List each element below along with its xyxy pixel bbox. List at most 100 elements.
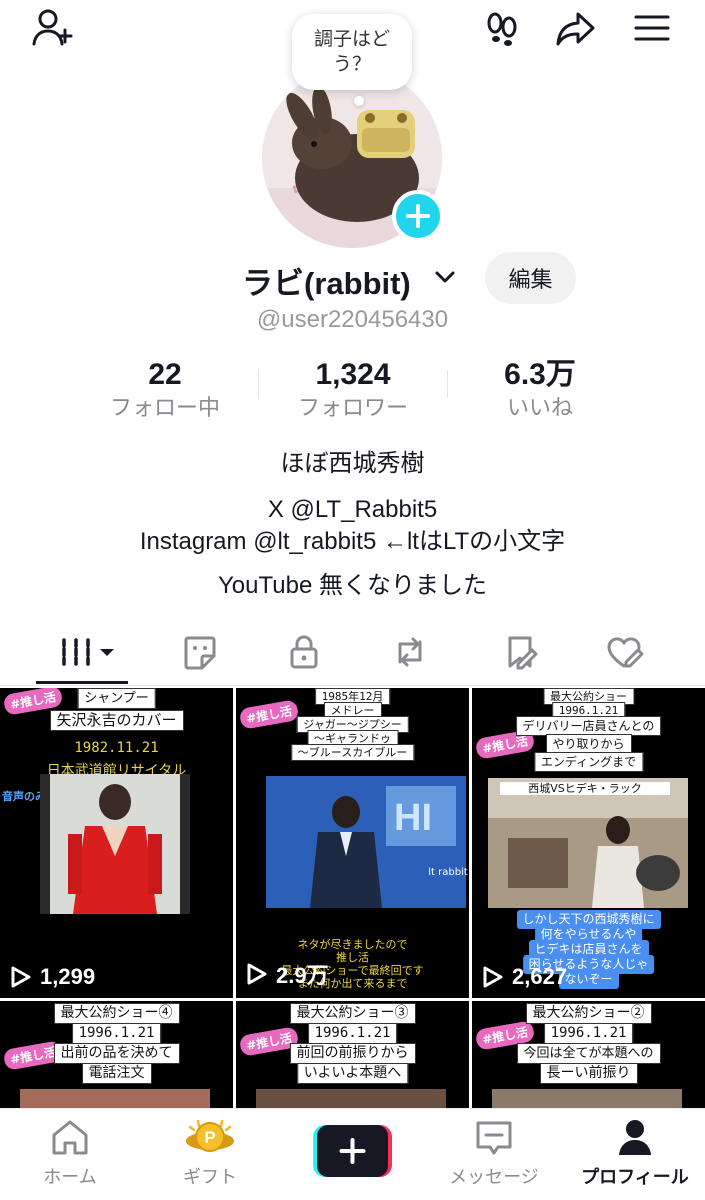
reposts-tab[interactable]: [380, 628, 440, 676]
add-story-button[interactable]: [392, 190, 444, 242]
video-caption-line: 矢沢永吉のカバー: [49, 710, 184, 731]
create-button[interactable]: [313, 1125, 392, 1177]
video-caption-line: 前回の前振りから: [289, 1043, 416, 1064]
profile-stats: 22 フォロー中 1,324 フォロワー 6.3万 いいね: [0, 356, 705, 426]
name-row: ラビ(rabbit) 編集: [0, 252, 705, 306]
bio-line: X @LT_Rabbit5: [267, 496, 438, 523]
avatar-container[interactable]: ✿ ❀: [262, 68, 444, 248]
bio-line: Instagram @lt_rabbit5 ←ltはLTの小文字: [139, 528, 566, 555]
bio-line: YouTube 無くなりました: [218, 572, 487, 599]
bio-line: ほぼ西城秀樹: [280, 450, 425, 477]
bottom-navigation: ホーム P ギフト メッセージ プロフィール: [0, 1108, 705, 1200]
footprints-icon[interactable]: [478, 4, 526, 52]
active-tab-indicator: [36, 681, 128, 684]
profile-name[interactable]: ラビ(rabbit): [242, 258, 411, 303]
hamburger-menu-icon[interactable]: [628, 4, 676, 52]
private-tab[interactable]: [274, 628, 334, 676]
following-label: フォロー中: [109, 396, 220, 421]
svg-text:HI: HI: [394, 797, 432, 839]
view-count: 2.9万: [246, 958, 329, 990]
video-tile[interactable]: #推し活 最大公約ショー④ 1996.1.21 出前の品を決めて 電話注文: [0, 1001, 233, 1108]
video-sign: 西城VSヒデキ・ラック: [500, 782, 670, 795]
lock-icon: [290, 635, 318, 669]
stat-followers[interactable]: 1,324 フォロワー: [283, 356, 423, 424]
video-caption-line: 今回は全てが本題への: [516, 1043, 661, 1064]
status-bubble[interactable]: 調子はどう？: [292, 14, 412, 90]
video-caption-line: エンディングまで: [533, 752, 644, 772]
stat-divider: [258, 370, 259, 398]
video-caption-line: 最大公約ショー③: [289, 1003, 416, 1024]
liked-tab[interactable]: [594, 628, 654, 676]
profile-icon: [619, 1120, 651, 1155]
sticker-icon: [184, 636, 216, 670]
video-thumbnail: [492, 1089, 682, 1108]
stat-following[interactable]: 22 フォロー中: [100, 356, 230, 424]
play-icon: [11, 966, 31, 988]
create-plus-icon: [313, 1125, 392, 1177]
content-tabs: [0, 620, 705, 686]
view-count-value: 2.9万: [276, 963, 329, 988]
oshi-katsu-tag: #推し活: [238, 699, 300, 730]
nav-home[interactable]: ホーム: [0, 1117, 140, 1189]
video-watermark: lt rabbit: [428, 867, 468, 878]
nav-gift[interactable]: P ギフト: [140, 1117, 280, 1189]
person-plus-icon[interactable]: [28, 4, 76, 52]
video-caption-line: 〜ブルースカイブルー: [290, 744, 415, 761]
video-thumbnail: [20, 1089, 210, 1108]
video-note-line: ないぞー: [558, 970, 619, 989]
bookmark-icon: [508, 636, 538, 670]
grid-icon: [62, 638, 114, 666]
video-thumbnail: [488, 778, 688, 908]
view-count: 1,299: [10, 964, 95, 990]
edit-profile-button[interactable]: 編集: [485, 252, 576, 304]
video-caption-line: 1996.1.21: [307, 1023, 398, 1044]
svg-text:P: P: [204, 1128, 215, 1147]
stickers-tab[interactable]: [170, 628, 230, 676]
nav-messages-label: メッセージ: [449, 1167, 539, 1188]
video-caption-line: 電話注文: [81, 1063, 152, 1084]
view-count: 2,627: [482, 964, 567, 990]
video-caption-line: いよいよ本題へ: [296, 1063, 409, 1084]
video-note-line: ネタが尽きましたので: [297, 938, 408, 951]
video-tile[interactable]: #推し活 シャンプー 矢沢永吉のカバー 1982.11.21 日本武道館リサイタ…: [0, 688, 233, 998]
likes-label: いいね: [506, 396, 573, 421]
video-grid: #推し活 シャンプー 矢沢永吉のカバー 1982.11.21 日本武道館リサイタ…: [0, 688, 705, 1108]
video-caption-line: やり取りから: [545, 734, 632, 754]
video-caption-line: 1996.1.21: [543, 1023, 634, 1044]
repost-icon: [398, 637, 422, 667]
heart-icon: [607, 637, 644, 668]
home-icon: [52, 1120, 88, 1155]
followers-label: フォロワー: [297, 396, 408, 421]
followers-count: 1,324: [315, 358, 391, 391]
video-thumbnail: [256, 1089, 446, 1108]
following-count: 22: [148, 358, 182, 391]
gift-coin-icon: P: [186, 1119, 234, 1152]
nav-home-label: ホーム: [43, 1167, 97, 1188]
video-caption-line: シャンプー: [77, 688, 156, 709]
nav-messages[interactable]: メッセージ: [424, 1117, 564, 1189]
video-tile[interactable]: #推し活 1985年12月 メドレー ジャガー〜ジプシー 〜ギャランドゥ 〜ブル…: [236, 688, 469, 998]
play-icon: [247, 963, 267, 985]
video-tile[interactable]: #推し活 最大公約ショー 1996.1.21 デリバリー店員さんとの やり取りか…: [472, 688, 705, 998]
video-tile[interactable]: #推し活 最大公約ショー② 1996.1.21 今回は全てが本題への 長ーい前振…: [472, 1001, 705, 1108]
view-count-value: 1,299: [40, 964, 96, 989]
bubble-tail: [354, 96, 364, 106]
stat-likes[interactable]: 6.3万 いいね: [480, 356, 600, 424]
plus-icon: [406, 204, 430, 228]
video-thumbnail: [40, 774, 190, 914]
nav-gift-label: ギフト: [183, 1167, 237, 1188]
videos-grid-tab[interactable]: [52, 628, 124, 676]
username-handle: @user220456430: [256, 306, 449, 333]
video-tile[interactable]: #推し活 最大公約ショー③ 1996.1.21 前回の前振りから いよいよ本題へ: [236, 1001, 469, 1108]
video-caption-line: 最大公約ショー②: [525, 1003, 652, 1024]
video-caption-line: 1996.1.21: [71, 1023, 162, 1044]
share-arrow-icon[interactable]: [552, 4, 600, 52]
view-count-value: 2,627: [512, 964, 568, 989]
video-caption-line: 長ーい前振り: [539, 1063, 638, 1084]
message-icon: [476, 1121, 512, 1155]
favorites-tab[interactable]: [490, 628, 550, 676]
video-thumbnail: HI: [266, 776, 466, 908]
video-date: 1982.11.21: [74, 740, 159, 756]
chevron-down-icon[interactable]: [432, 264, 458, 290]
nav-profile[interactable]: プロフィール: [565, 1117, 705, 1189]
